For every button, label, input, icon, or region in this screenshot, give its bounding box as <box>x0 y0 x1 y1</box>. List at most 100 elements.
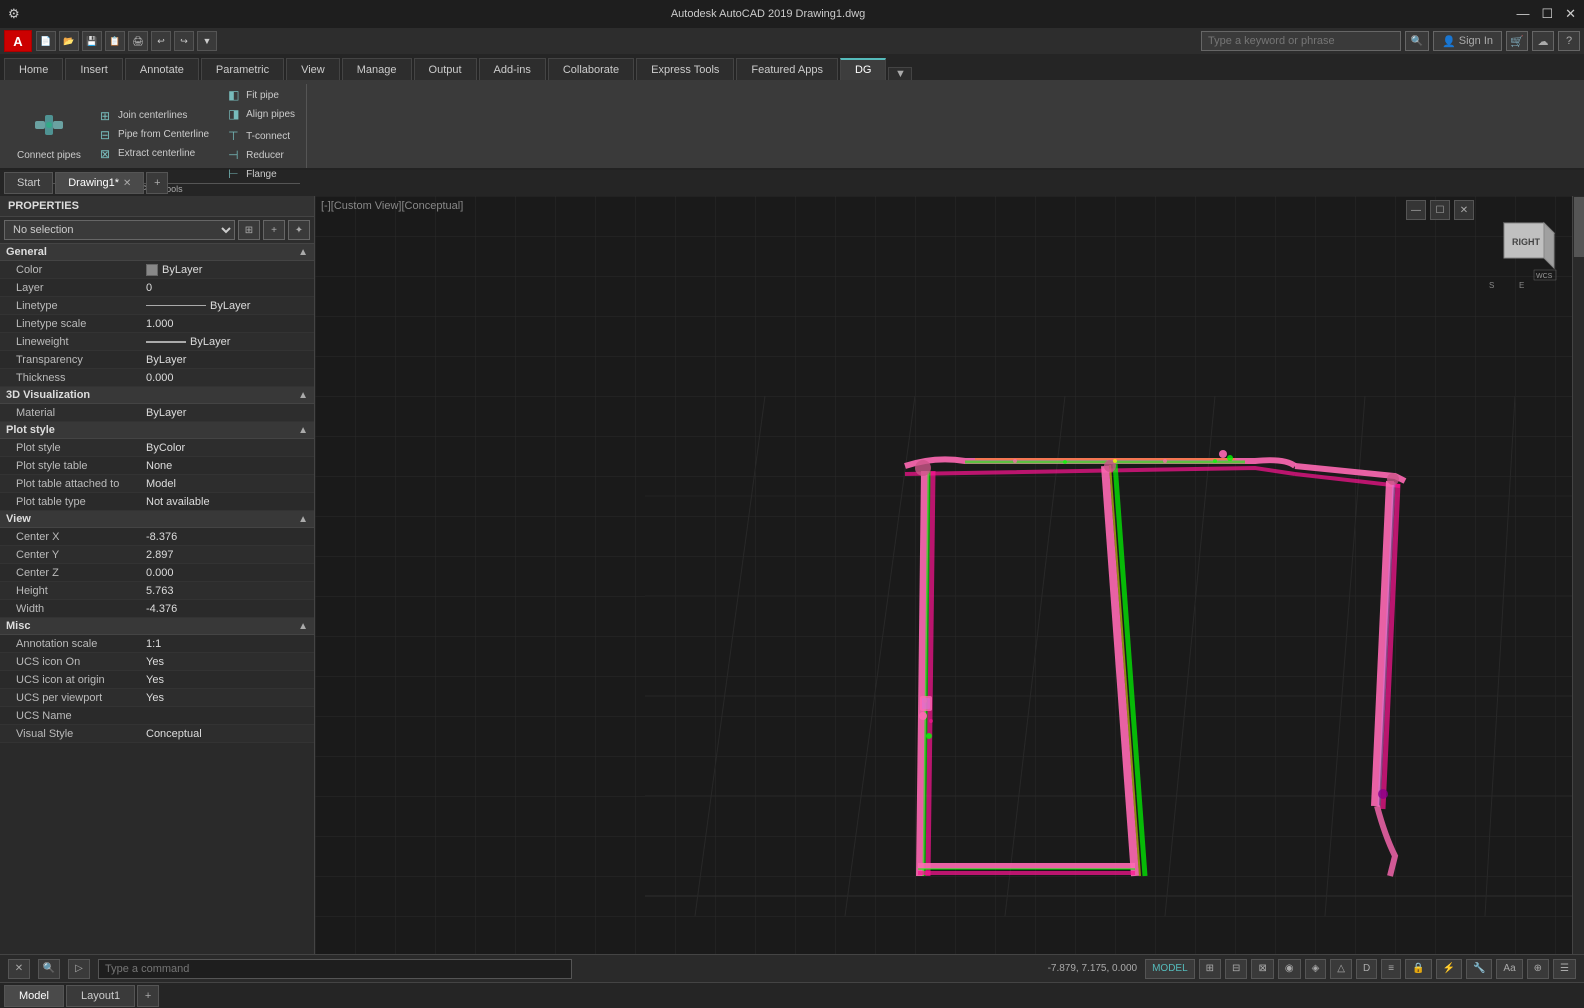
command-search-button[interactable]: 🔍 <box>38 959 60 979</box>
tab-collaborate[interactable]: Collaborate <box>548 58 634 80</box>
command-input[interactable] <box>98 959 572 979</box>
reducer-button[interactable]: ⊣ Reducer <box>223 146 300 164</box>
section-header-view[interactable]: View ▲ <box>0 511 314 528</box>
qa-open[interactable]: 📂 <box>59 31 79 51</box>
ribbon-tab-extra[interactable]: ▼ <box>888 67 912 80</box>
prop-row-layer: Layer 0 <box>0 279 314 297</box>
app-header: A 📄 📂 💾 📋 🖨 ↩ ↪ ▼ 🔍 👤 Sign In 🛒 ☁ ? <box>0 28 1584 54</box>
tab-parametric[interactable]: Parametric <box>201 58 284 80</box>
tab-add-button[interactable]: + <box>146 172 168 194</box>
selection-dropdown[interactable]: No selection <box>4 220 235 240</box>
tab-home[interactable]: Home <box>4 58 63 80</box>
tab-start[interactable]: Start <box>4 172 53 194</box>
tab-drawing1[interactable]: Drawing1* ✕ <box>55 172 144 194</box>
anno-toggle[interactable]: Aa <box>1496 959 1522 979</box>
help-icon[interactable]: ? <box>1558 31 1580 51</box>
section-header-3d-vis[interactable]: 3D Visualization ▲ <box>0 387 314 404</box>
qa-print[interactable]: 🖨 <box>128 31 148 51</box>
qa-undo[interactable]: ↩ <box>151 31 171 51</box>
tab-annotate[interactable]: Annotate <box>125 58 199 80</box>
connect-pipes-button[interactable]: Connect pipes <box>10 104 88 166</box>
app-logo[interactable]: A <box>4 30 32 52</box>
cloud-icon[interactable]: ☁ <box>1532 31 1554 51</box>
search-button[interactable]: 🔍 <box>1405 31 1429 51</box>
tab-output[interactable]: Output <box>414 58 477 80</box>
qa-dropdown[interactable]: ▼ <box>197 31 217 51</box>
selection-quick-select[interactable]: ✦ <box>288 220 310 240</box>
section-header-general[interactable]: General ▲ <box>0 244 314 261</box>
t-connect-button[interactable]: ⊤ T-connect <box>223 127 300 145</box>
tp-toggle[interactable]: 🔒 <box>1405 959 1431 979</box>
model-space-button[interactable]: MODEL <box>1145 959 1195 979</box>
coordinates-display: -7.879, 7.175, 0.000 <box>1048 963 1138 974</box>
scrollbar-thumb[interactable] <box>1574 197 1584 257</box>
isnap-toggle[interactable]: ◈ <box>1305 959 1327 979</box>
prop-row-linetype-scale: Linetype scale 1.000 <box>0 315 314 333</box>
prop-row-width: Width -4.376 <box>0 600 314 618</box>
viewport[interactable]: [-][Custom View][Conceptual] <box>315 196 1584 954</box>
command-enter-button[interactable]: ▷ <box>68 959 90 979</box>
viewport-minimize[interactable]: — <box>1406 200 1426 220</box>
maximize-button[interactable]: ☐ <box>1541 6 1553 22</box>
tab-manage[interactable]: Manage <box>342 58 412 80</box>
qa-redo[interactable]: ↪ <box>174 31 194 51</box>
join-centerlines-button[interactable]: ⊞ Join centerlines <box>95 107 214 125</box>
minimize-button[interactable]: — <box>1516 6 1529 22</box>
status-right: -7.879, 7.175, 0.000 MODEL ⊞ ⊟ ⊠ ◉ ◈ △ D… <box>1048 959 1576 979</box>
ui-toggle[interactable]: ☰ <box>1553 959 1576 979</box>
section-header-plot-style[interactable]: Plot style ▲ <box>0 422 314 439</box>
flange-button[interactable]: ⊢ Flange <box>223 165 300 183</box>
search-bar: 🔍 👤 Sign In 🛒 ☁ ? <box>1201 31 1580 51</box>
svg-text:E: E <box>1519 281 1524 290</box>
extract-centerline-button[interactable]: ⊠ Extract centerline <box>95 145 214 163</box>
qa-save[interactable]: 💾 <box>82 31 102 51</box>
prop-row-ucs-icon-on: UCS icon On Yes <box>0 653 314 671</box>
viewport-close[interactable]: ✕ <box>1454 200 1474 220</box>
title-bar-title: Autodesk AutoCAD 2019 Drawing1.dwg <box>20 8 1517 20</box>
qa-saveas[interactable]: 📋 <box>105 31 125 51</box>
color-swatch[interactable] <box>146 264 158 276</box>
viewport-scrollbar[interactable] <box>1572 196 1584 954</box>
btm-tab-add[interactable]: + <box>137 985 159 1007</box>
selection-row: No selection ⊞ + ✦ <box>0 217 314 244</box>
prop-row-ucs-name: UCS Name <box>0 707 314 725</box>
btm-tab-layout1[interactable]: Layout1 <box>66 985 135 1007</box>
osnap-toggle[interactable]: △ <box>1330 959 1352 979</box>
ortho-toggle[interactable]: ⊠ <box>1251 959 1273 979</box>
qp-toggle[interactable]: ⚡ <box>1436 959 1462 979</box>
search-input[interactable] <box>1201 31 1401 51</box>
command-cancel-button[interactable]: ✕ <box>8 959 30 979</box>
fit-pipe-button[interactable]: ◧ Fit pipe <box>223 86 300 104</box>
sc-toggle[interactable]: 🔧 <box>1466 959 1492 979</box>
tab-close-icon[interactable]: ✕ <box>123 178 131 189</box>
snap-toggle[interactable]: ⊟ <box>1225 959 1247 979</box>
tab-view[interactable]: View <box>286 58 340 80</box>
tab-featuredapps[interactable]: Featured Apps <box>736 58 838 80</box>
viewport-controls: — ☐ ✕ <box>1406 200 1474 220</box>
pipe-from-centerline-button[interactable]: ⊟ Pipe from Centerline <box>95 126 214 144</box>
section-header-misc[interactable]: Misc ▲ <box>0 618 314 635</box>
prop-row-visual-style: Visual Style Conceptual <box>0 725 314 743</box>
tab-dg[interactable]: DG <box>840 58 887 80</box>
align-pipes-button[interactable]: ◨ Align pipes <box>223 105 300 123</box>
polar-toggle[interactable]: ◉ <box>1278 959 1301 979</box>
selection-add-button[interactable]: + <box>263 220 285 240</box>
tab-expresstools[interactable]: Express Tools <box>636 58 734 80</box>
selection-toggle-button[interactable]: ⊞ <box>238 220 260 240</box>
viewport-maximize[interactable]: ☐ <box>1430 200 1450 220</box>
lw-toggle[interactable]: ≡ <box>1381 959 1401 979</box>
tab-insert[interactable]: Insert <box>65 58 123 80</box>
tab-addins[interactable]: Add-ins <box>479 58 546 80</box>
cart-icon[interactable]: 🛒 <box>1506 31 1528 51</box>
prop-row-center-y: Center Y 2.897 <box>0 546 314 564</box>
sign-in-button[interactable]: 👤 Sign In <box>1433 31 1502 51</box>
qa-new[interactable]: 📄 <box>36 31 56 51</box>
ws-toggle[interactable]: ⊕ <box>1527 959 1549 979</box>
btm-tab-model[interactable]: Model <box>4 985 64 1007</box>
dyn-toggle[interactable]: D <box>1356 959 1377 979</box>
close-button[interactable]: ✕ <box>1565 6 1576 22</box>
grid-toggle[interactable]: ⊞ <box>1199 959 1221 979</box>
nav-cube[interactable]: RIGHT S E WCS <box>1484 208 1564 298</box>
title-bar: ⚙ Autodesk AutoCAD 2019 Drawing1.dwg — ☐… <box>0 0 1584 28</box>
properties-panel: PROPERTIES No selection ⊞ + ✦ General ▲ … <box>0 196 315 954</box>
